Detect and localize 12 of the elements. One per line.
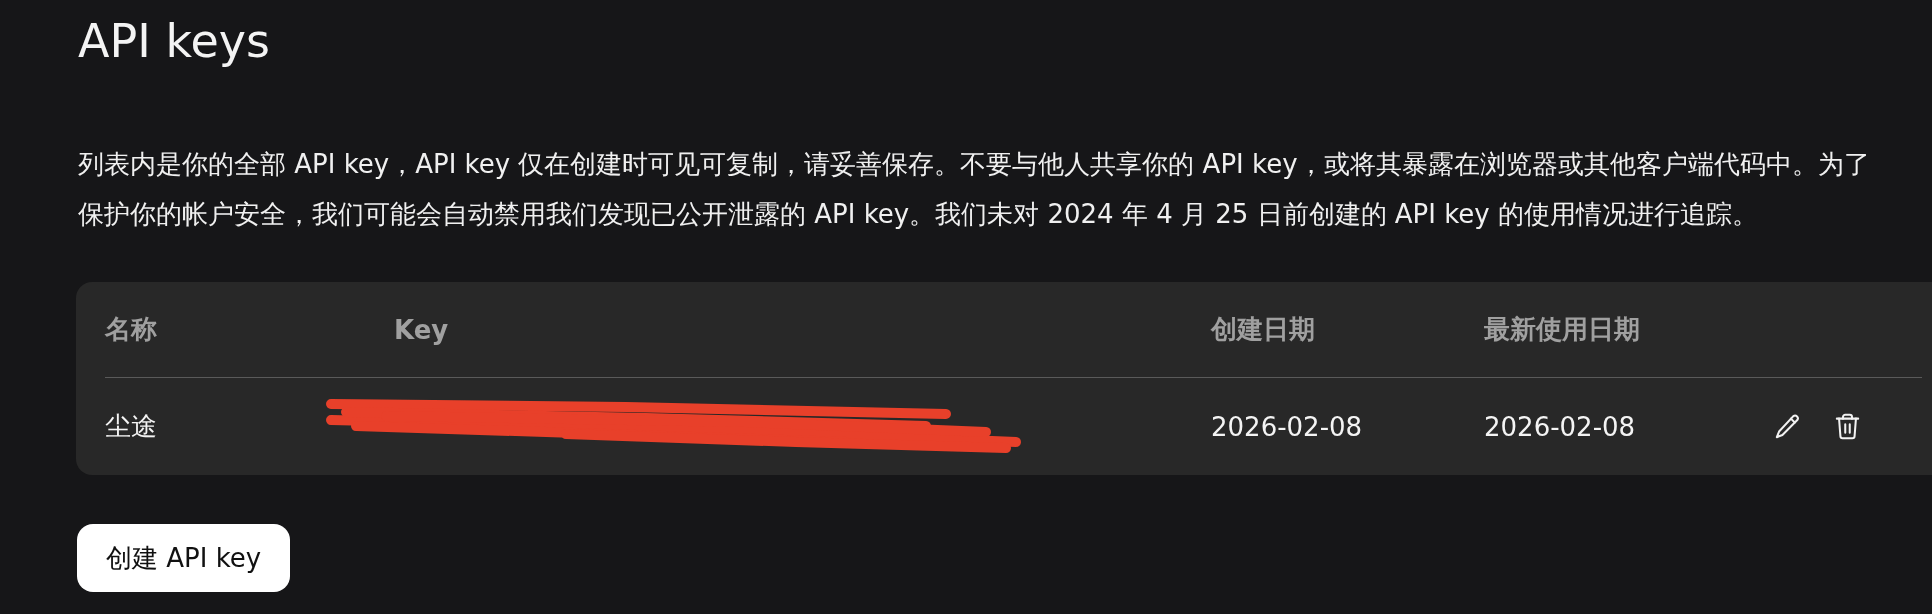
table-cell: 2026-02-08 [1211,411,1363,442]
column-header: 创建日期 [1211,314,1315,344]
create-api-key-button[interactable]: 创建 API key [77,524,291,592]
table-cell: 2026-02-08 [1484,411,1636,442]
column-header: 最新使用日期 [1484,314,1640,344]
description-text: 列表内是你的全部 API key，API key 仅在创建时可见可复制，请妥善保存。不要与他人共享你的 API key，或将其暴露在浏览器或其他客户端代码中。为了 保护你的帐户安全，我们可能会自动禁用我们发现已公开泄露的 API key。我们未对 2024 年 4 月 25 日前创建的 API key 的使用情况进行追踪。 [78,148,1870,231]
page-title: API keys [78,14,270,69]
column-header: 名称 [105,314,157,344]
table-cell: 尘途 [105,411,157,441]
trash-icon[interactable] [1835,413,1860,440]
column-header: Key [394,314,449,345]
pencil-icon[interactable] [1774,413,1801,440]
